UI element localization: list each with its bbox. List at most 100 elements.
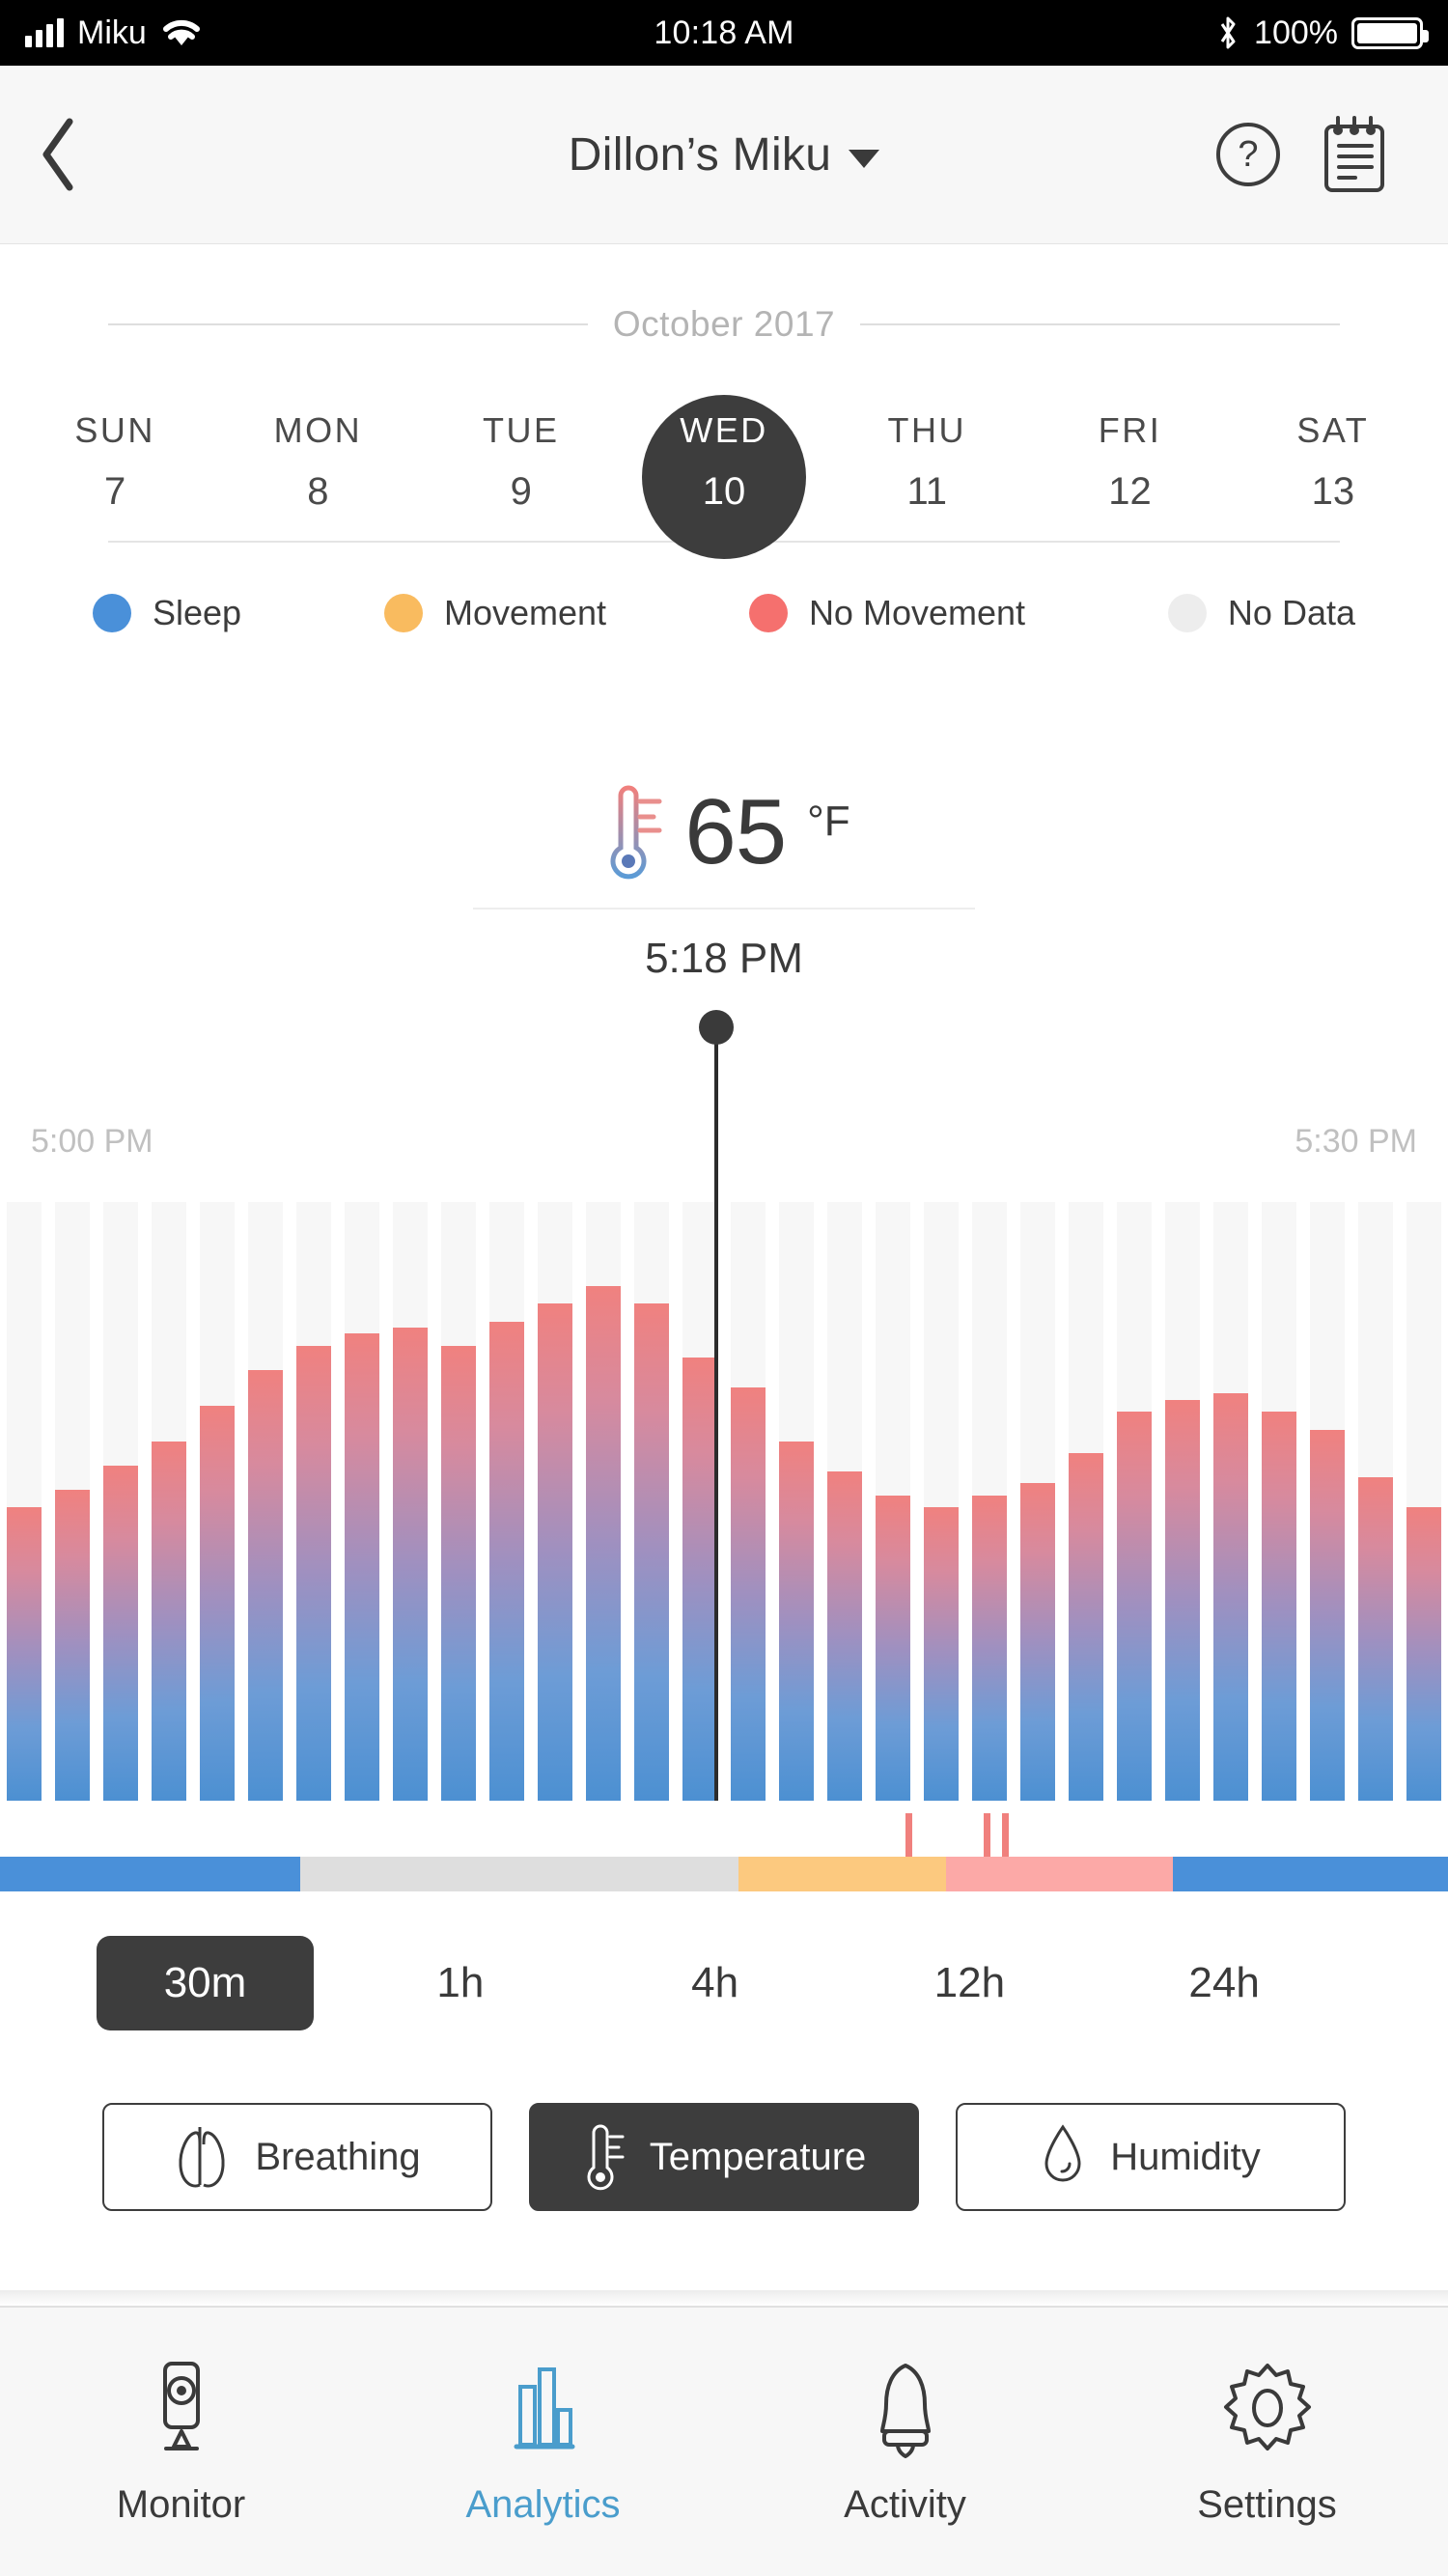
day-cell-mon[interactable]: MON 8	[216, 389, 419, 541]
metric-button-humidity[interactable]: Humidity	[956, 2103, 1346, 2211]
day-number: 9	[510, 470, 532, 513]
tab-monitor[interactable]: Monitor	[0, 2358, 362, 2527]
day-number: 11	[906, 470, 948, 513]
sleep-state-segment[interactable]	[299, 1857, 738, 1891]
range-option-24h[interactable]: 24h	[1097, 1936, 1351, 2030]
time-range-selector: 30m 1h 4h 12h 24h	[0, 1936, 1448, 2030]
bar-value[interactable]	[1069, 1453, 1103, 1801]
bar-value[interactable]	[731, 1387, 766, 1801]
bar-value[interactable]	[441, 1345, 476, 1801]
bar-value[interactable]	[103, 1465, 138, 1801]
help-circle-icon[interactable]: ?	[1216, 123, 1280, 186]
analytics-screen: Miku 10:18 AM 100% Dillon’s Miku ? Octob…	[0, 0, 1448, 2576]
bar-value[interactable]	[779, 1442, 814, 1801]
thermometer-icon	[610, 785, 662, 880]
back-chevron-icon	[42, 118, 73, 191]
legend-item-movement: Movement	[383, 593, 606, 633]
bar-value[interactable]	[393, 1328, 428, 1801]
tab-activity[interactable]: Activity	[724, 2358, 1086, 2527]
sleep-state-segment[interactable]	[1173, 1857, 1448, 1891]
sleep-state-segment[interactable]	[738, 1857, 946, 1891]
range-option-4h[interactable]: 4h	[588, 1936, 843, 2030]
bar-value[interactable]	[1262, 1412, 1296, 1801]
bar-value[interactable]	[55, 1489, 90, 1801]
legend-item-no-movement: No Movement	[748, 593, 1025, 633]
camera-icon	[162, 2361, 200, 2450]
back-button[interactable]	[0, 66, 116, 244]
day-name: WED	[680, 410, 768, 450]
bar-value[interactable]	[586, 1285, 621, 1801]
temperature-bar-chart[interactable]	[0, 1010, 1448, 1801]
lungs-icon	[179, 2127, 225, 2188]
bar-value[interactable]	[682, 1358, 717, 1801]
bar-value[interactable]	[1165, 1399, 1200, 1801]
event-tick	[983, 1813, 990, 1857]
day-name: TUE	[482, 410, 560, 450]
bar-value[interactable]	[248, 1369, 283, 1801]
day-cell-thu[interactable]: THU 11	[825, 389, 1028, 541]
tab-label: Activity	[844, 2482, 966, 2526]
bell-icon	[879, 2363, 931, 2458]
bar-value[interactable]	[634, 1303, 669, 1801]
reading-unit: °F	[807, 798, 850, 845]
day-cell-sun[interactable]: SUN 7	[14, 389, 216, 541]
tab-settings[interactable]: Settings	[1086, 2358, 1448, 2527]
chart-cursor-handle[interactable]	[698, 1010, 734, 1045]
bar-value[interactable]	[296, 1345, 331, 1801]
bar-value[interactable]	[7, 1507, 42, 1801]
bluetooth-icon	[1220, 16, 1236, 49]
status-bar-right: 100%	[1215, 14, 1429, 52]
metric-button-breathing[interactable]: Breathing	[102, 2103, 492, 2211]
sleep-state-strip[interactable]	[0, 1857, 1448, 1891]
sleep-state-segment[interactable]	[0, 1857, 300, 1891]
reading-value: 65	[684, 780, 787, 883]
notepad-icon[interactable]	[1319, 114, 1390, 195]
tab-label: Analytics	[465, 2482, 621, 2526]
bar-value[interactable]	[827, 1471, 862, 1801]
legend-label: Sleep	[153, 593, 242, 632]
day-cell-fri[interactable]: FRI 12	[1028, 389, 1231, 541]
status-bar-left: Miku	[25, 14, 203, 52]
bar-value[interactable]	[972, 1495, 1007, 1801]
bar-value[interactable]	[1310, 1429, 1345, 1801]
bar-value[interactable]	[489, 1322, 524, 1801]
bar-chart-icon	[514, 2366, 574, 2449]
bar-value[interactable]	[538, 1303, 572, 1801]
day-cell-wed-selected[interactable]: WED 10	[623, 389, 825, 559]
day-number: 10	[702, 470, 746, 513]
day-name: THU	[887, 410, 967, 450]
day-name: SAT	[1296, 410, 1370, 450]
reading-divider	[473, 908, 975, 910]
bar-value[interactable]	[1117, 1412, 1152, 1801]
range-option-30m[interactable]: 30m	[97, 1936, 314, 2030]
bar-value[interactable]	[200, 1405, 235, 1801]
bar-value[interactable]	[1020, 1483, 1055, 1801]
bar-value[interactable]	[152, 1442, 186, 1801]
tab-analytics[interactable]: Analytics	[362, 2358, 724, 2527]
bar-value[interactable]	[1358, 1477, 1393, 1801]
legend-item-no-data: No Data	[1167, 593, 1355, 633]
day-cell-tue[interactable]: TUE 9	[420, 389, 623, 541]
day-name: FRI	[1098, 410, 1162, 450]
app-header: Dillon’s Miku ?	[0, 66, 1448, 244]
metric-button-temperature[interactable]: Temperature	[529, 2103, 919, 2211]
chart-axis-labels: 5:00 PM 5:30 PM	[0, 1123, 1448, 1161]
axis-start-label: 5:00 PM	[31, 1123, 153, 1160]
range-option-1h[interactable]: 1h	[333, 1936, 588, 2030]
chart-cursor[interactable]	[698, 1010, 734, 1801]
bar-value[interactable]	[876, 1495, 910, 1801]
wifi-icon	[162, 19, 200, 45]
range-option-12h[interactable]: 12h	[843, 1936, 1098, 2030]
bar-value[interactable]	[345, 1333, 379, 1801]
reading-panel: 65 °F 5:18 PM	[0, 782, 1448, 983]
reading-row: 65 °F	[0, 782, 1448, 882]
battery-percent-label: 100%	[1254, 14, 1338, 51]
day-cell-sat[interactable]: SAT 13	[1232, 389, 1434, 541]
metric-selector: Breathing Temperature Humidity	[0, 2103, 1448, 2211]
bar-value[interactable]	[1213, 1393, 1248, 1801]
thermometer-icon	[587, 2124, 625, 2191]
signal-bars-icon	[25, 18, 64, 47]
sleep-state-segment[interactable]	[945, 1857, 1173, 1891]
bar-value[interactable]	[1406, 1507, 1441, 1801]
bar-value[interactable]	[924, 1507, 959, 1801]
